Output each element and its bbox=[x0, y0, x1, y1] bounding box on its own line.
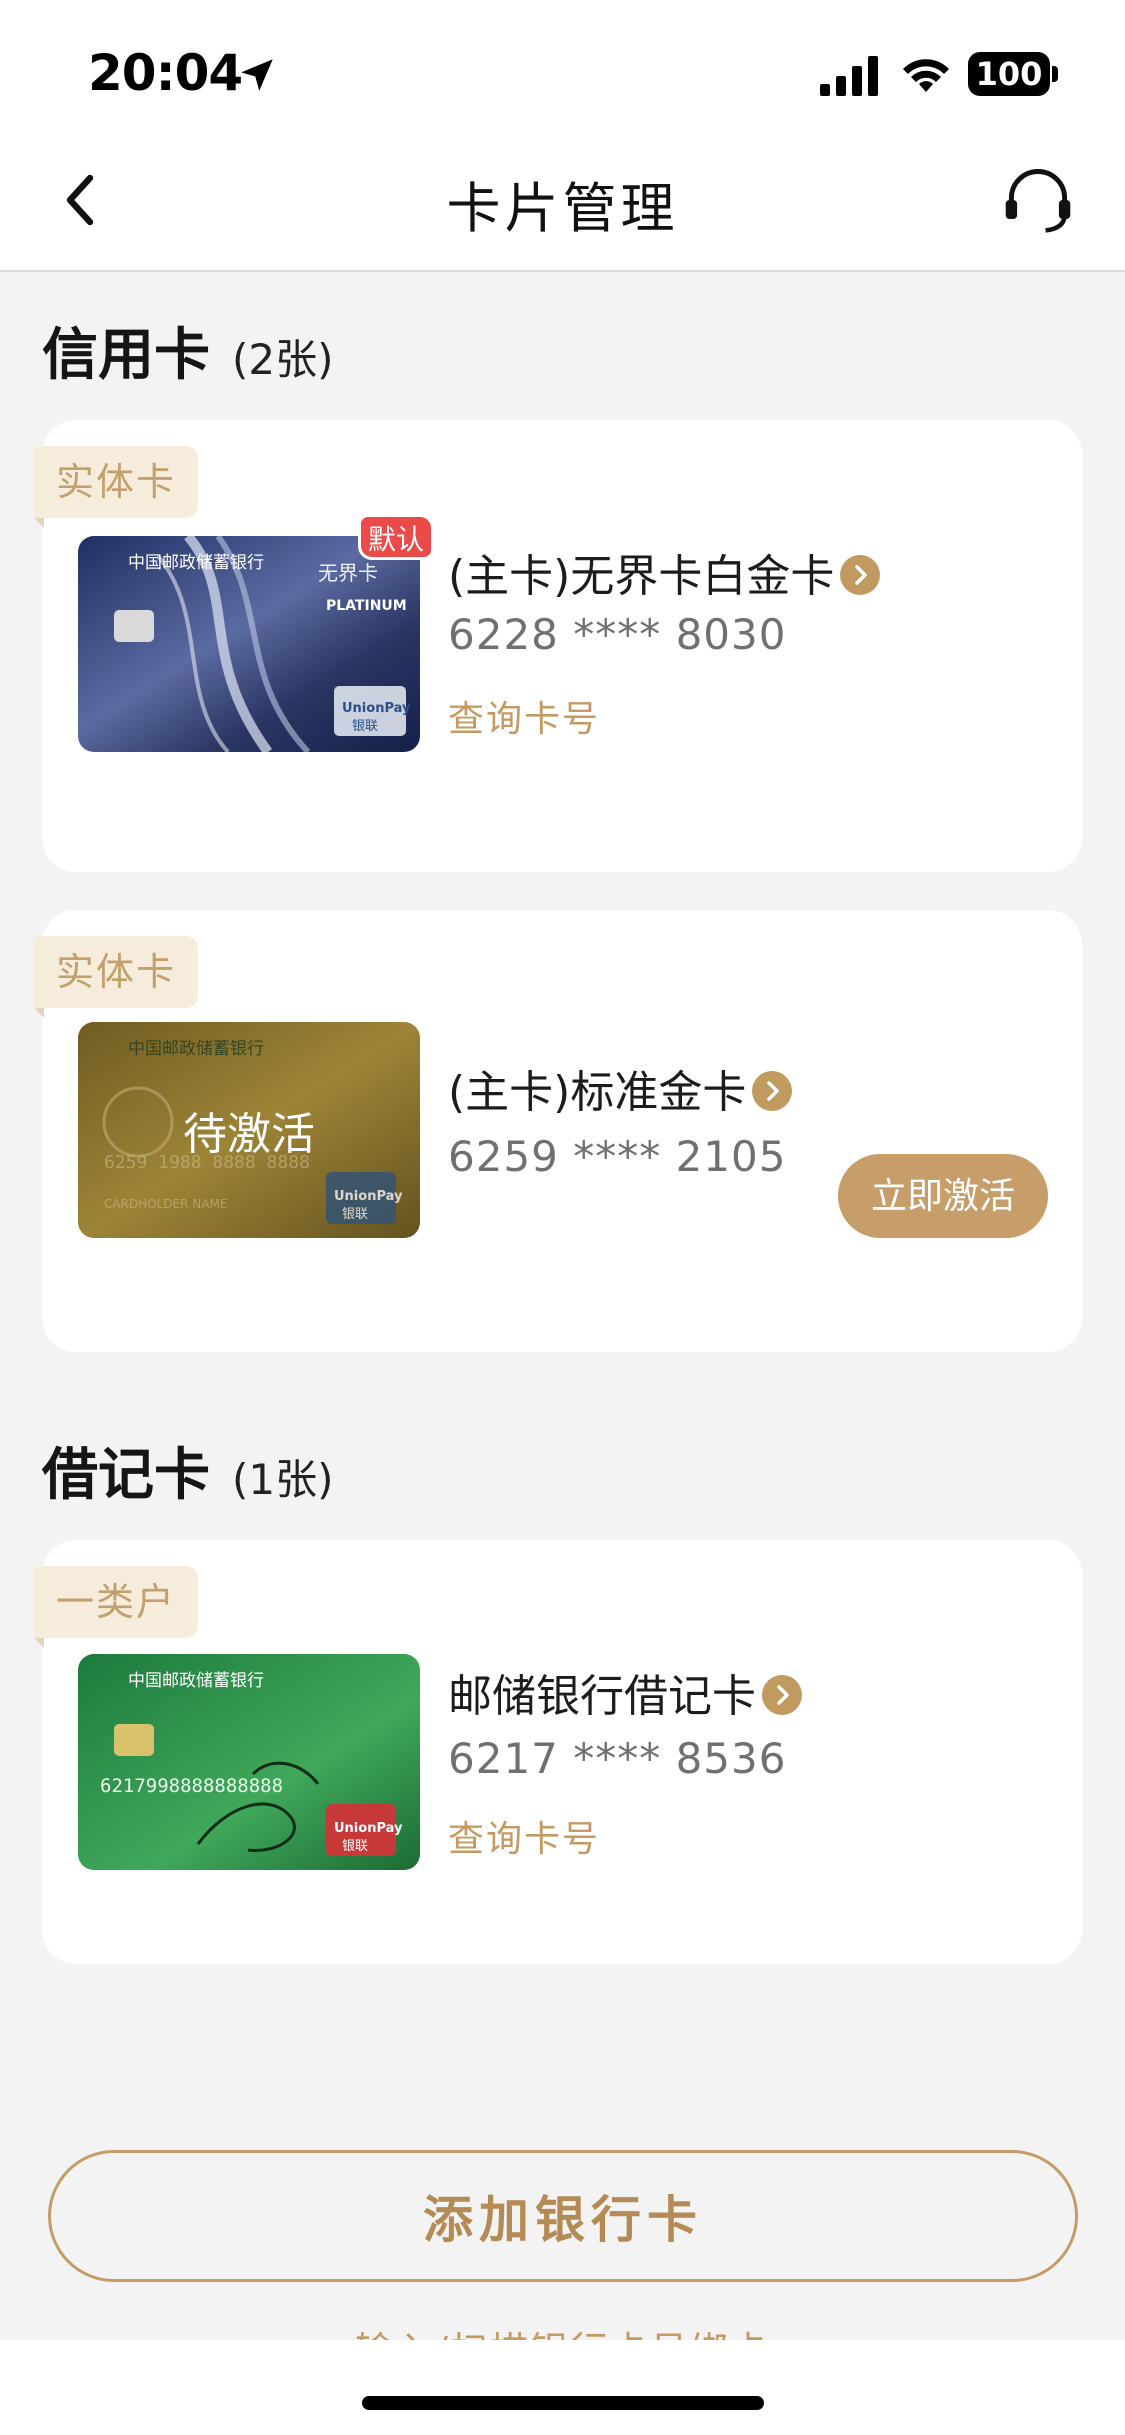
card-type-tag: 实体卡 bbox=[34, 936, 199, 1008]
status-time: 20:04 bbox=[88, 44, 243, 102]
page-title: 卡片管理 bbox=[446, 177, 679, 240]
battery-indicator: 100 bbox=[968, 52, 1050, 96]
cellular-signal-icon bbox=[820, 56, 878, 96]
platinum-card-image: 中国邮政储蓄银行 无界卡 PLATINUM UnionPay 银联 bbox=[78, 536, 420, 752]
card-name[interactable]: (主卡)标准金卡 bbox=[448, 1056, 793, 1120]
partial-bind-link[interactable]: 输入/扫描银行卡号绑卡 bbox=[0, 2320, 1125, 2342]
status-bar: 20:04 100 bbox=[0, 0, 1125, 140]
gold-card-image: 中国邮政储蓄银行 6259 1988 8888 8888 CARDHOLDER … bbox=[78, 1022, 420, 1238]
credit-count: (2张) bbox=[232, 335, 334, 384]
debit-heading-text: 借记卡 bbox=[42, 1443, 210, 1508]
activate-now-button[interactable]: 立即激活 bbox=[838, 1154, 1048, 1238]
bottom-safe-area bbox=[0, 2340, 1125, 2435]
debit-card-image: 中国邮政储蓄银行 6217998888888888 UnionPay 银联 bbox=[78, 1654, 420, 1870]
card-name[interactable]: 邮储银行借记卡 bbox=[448, 1660, 802, 1724]
nav-bar: 卡片管理 bbox=[0, 140, 1125, 272]
chevron-right-icon bbox=[752, 1071, 793, 1111]
card-panel-platinum[interactable]: 实体卡 中国邮政储蓄银行 无界卡 PLATINUM UnionPay 银联 默认… bbox=[34, 420, 1082, 872]
card-name-text: (主卡)无界卡白金卡 bbox=[448, 551, 835, 602]
card-name-text: 邮储银行借记卡 bbox=[448, 1671, 756, 1722]
battery-tip bbox=[1052, 66, 1058, 82]
svg-text:银联: 银联 bbox=[352, 719, 378, 734]
debit-section-heading: 借记卡 (1张) bbox=[42, 1430, 334, 1511]
add-bank-card-button[interactable]: 添加银行卡 bbox=[48, 2150, 1078, 2282]
credit-heading-text: 信用卡 bbox=[42, 323, 210, 388]
svg-text:UnionPay: UnionPay bbox=[342, 701, 411, 716]
card-type-tag: 实体卡 bbox=[34, 446, 199, 518]
card-number: 6259 **** 2105 bbox=[448, 1132, 787, 1181]
location-arrow-icon bbox=[241, 59, 273, 91]
query-card-number-link[interactable]: 查询卡号 bbox=[448, 1810, 600, 1862]
credit-section-heading: 信用卡 (2张) bbox=[42, 310, 334, 391]
chevron-right-icon bbox=[840, 555, 881, 595]
card-name-text: (主卡)标准金卡 bbox=[448, 1067, 747, 1118]
chevron-right-icon bbox=[762, 1675, 802, 1715]
default-badge: 默认 bbox=[358, 514, 434, 560]
card-panel-debit[interactable]: 一类户 中国邮政储蓄银行 6217998888888888 UnionPay 银… bbox=[34, 1540, 1082, 1964]
svg-text:UnionPay: UnionPay bbox=[334, 1821, 403, 1836]
account-type-tag: 一类户 bbox=[34, 1566, 199, 1638]
svg-text:中国邮政储蓄银行: 中国邮政储蓄银行 bbox=[128, 1671, 264, 1691]
pending-activation-overlay: 待激活 bbox=[78, 1022, 420, 1238]
svg-text:无界卡: 无界卡 bbox=[318, 561, 378, 585]
query-card-number-link[interactable]: 查询卡号 bbox=[448, 690, 600, 742]
card-name[interactable]: (主卡)无界卡白金卡 bbox=[448, 540, 881, 604]
debit-count: (1张) bbox=[232, 1455, 334, 1504]
svg-text:PLATINUM: PLATINUM bbox=[326, 598, 407, 614]
svg-text:中国邮政储蓄银行: 中国邮政储蓄银行 bbox=[128, 553, 264, 573]
customer-service-headset-icon[interactable] bbox=[1000, 162, 1076, 238]
home-indicator[interactable] bbox=[362, 2396, 764, 2410]
wifi-icon bbox=[903, 59, 949, 92]
card-number: 6217 **** 8536 bbox=[448, 1734, 787, 1783]
card-panel-gold[interactable]: 实体卡 中国邮政储蓄银行 6259 1988 8888 8888 CARDHOL… bbox=[34, 910, 1082, 1352]
svg-text:银联: 银联 bbox=[342, 1839, 368, 1854]
card-number: 6228 **** 8030 bbox=[448, 610, 787, 659]
svg-text:6217998888888888: 6217998888888888 bbox=[100, 1775, 283, 1797]
